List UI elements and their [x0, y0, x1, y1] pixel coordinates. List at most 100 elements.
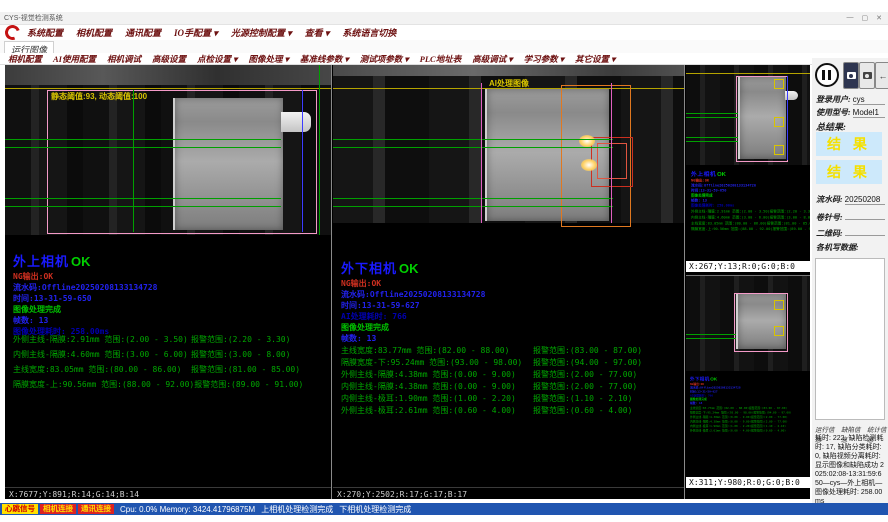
mini-measurements: 外侧主线-隔膜:2.91mm 范围:(2.00 - 3.50) 报警范围:(2.…: [691, 209, 810, 232]
exit-button[interactable]: ←: [875, 62, 888, 89]
result-box-1: 结 果: [816, 132, 882, 156]
menu-item[interactable]: 系统语言切换: [342, 26, 396, 39]
toolbar-item[interactable]: AI使用配置: [53, 53, 96, 65]
measurement-text: 内侧主线-隔膜:4.60mm 范围:(3.00 - 6.00): [13, 347, 191, 362]
result-line: 图像处理完成: [341, 322, 485, 333]
qr-label: 二维码:: [816, 228, 843, 239]
preview-top-image[interactable]: [686, 65, 810, 165]
toolbar-item[interactable]: 图像处理 ▾: [248, 53, 288, 65]
measurement-text: 外侧主线-隔膜:2.91mm 范围:(2.00 - 3.50): [13, 332, 191, 347]
toolbar-item[interactable]: 测试项参数 ▾: [360, 53, 409, 65]
menu-item[interactable]: 系统配置: [27, 26, 63, 39]
menu-items: 系统配置相机配置通讯配置 IO手配置 ▾ 光源控制配置 ▾ 查看 ▾ 系统语言切换: [27, 26, 396, 39]
close-button[interactable]: ✕: [876, 14, 882, 22]
result-line: AI处理耗时: 766: [341, 311, 485, 322]
result-line: 时间:13-31-59-650: [13, 293, 157, 304]
toolbar-item[interactable]: 点检设置 ▾: [197, 53, 237, 65]
measurement-row: 隔膜宽度-上:90.56mm 范围:(88.00 - 92.00) 报警范围:(…: [13, 377, 327, 392]
result-lines: NG输出:OK流水码:Offline20250208133134728时间:13…: [341, 278, 485, 344]
preview-bottom-image[interactable]: [686, 276, 810, 371]
green-measure-line: [333, 139, 613, 140]
alarm-range-text: 报警范围:(2.00 - 77.00): [533, 381, 637, 393]
window-title: CYS-视觉检测系统: [4, 13, 63, 23]
toolbar: 相机配置 AI使用配置相机调试高级设置点检设置 ▾ 图像处理 ▾ 基准线参数 ▾ 测试项…: [0, 53, 888, 65]
green-measure-line: [5, 147, 281, 148]
measurement-text: 主线宽度:83.77mm 范围:(82.00 - 88.00): [341, 345, 533, 357]
toolbar-item[interactable]: PLC地址表: [420, 53, 462, 65]
result-lines: NG输出:OK流水码:Offline20250208133134728时间:13…: [13, 271, 157, 337]
toolbar-item[interactable]: 基准线参数 ▾: [300, 53, 349, 65]
result-line: NG输出:OK: [13, 271, 157, 282]
green-measure-line: [686, 117, 738, 118]
yellow-marker-box: [774, 145, 784, 155]
ok-status: OK: [71, 254, 91, 269]
serial-label: 流水码:: [816, 194, 843, 205]
green-measure-line: [686, 338, 736, 339]
model-value[interactable]: Model1: [853, 108, 885, 118]
preview-top-panel[interactable]: 外上相机 OK NG输出:OK流水码:Offline20250208133134…: [686, 65, 810, 272]
toolbar-item[interactable]: 相机配置: [8, 53, 42, 65]
measurement-row: 内侧主线-隔膜:4.38mm 范围:(0.00 - 9.00) 报警范围:(2.…: [341, 381, 680, 393]
qr-value[interactable]: [845, 226, 885, 236]
yellow-baseline: [686, 73, 810, 74]
measurement-row: 主线宽度:83.05mm 范围:(80.00 - 86.00) 报警范围:(81…: [13, 362, 327, 377]
green-measure-line: [5, 206, 281, 207]
center-camera-image[interactable]: AI处理图像: [333, 65, 684, 223]
cpu-memory-text: Cpu: 0.0% Memory: 3424.41796875M: [120, 505, 255, 514]
left-camera-view[interactable]: 静态阈值:93, 动态阈值:100 外上相机 OK NG输出:OK流水码:Off…: [5, 65, 331, 499]
menu-item[interactable]: 相机配置: [76, 26, 112, 39]
left-camera-image[interactable]: 静态阈值:93, 动态阈值:100: [5, 65, 331, 235]
toolbar-item[interactable]: 其它设置 ▾: [575, 53, 615, 65]
machine-write-row: 各机写数据:: [816, 242, 885, 253]
preview-bottom-panel[interactable]: 外下相机 OK NG输出:OK流水码:Offline20250208133134…: [686, 275, 810, 488]
login-user-value[interactable]: cys: [853, 95, 885, 105]
toolbar-item[interactable]: 相机调试: [107, 53, 141, 65]
measurement-row: 隔膜宽度-下:95.24mm 范围:(93.00 - 98.00) 报警范围:(…: [341, 357, 680, 369]
menu-item[interactable]: IO手配置 ▾: [174, 26, 218, 39]
log-list-area[interactable]: [815, 258, 885, 420]
green-measure-line: [686, 113, 738, 114]
alarm-range-text: 报警范围:(0.60 - 4.00): [533, 405, 632, 417]
result-line: NG输出:OK: [341, 278, 485, 289]
center-camera-view[interactable]: AI处理图像 外下相机 OK NG输出:OK流水码:Offline2025020…: [333, 65, 684, 499]
pause-button[interactable]: [815, 63, 839, 87]
menu-item[interactable]: 光源控制配置 ▾: [231, 26, 292, 39]
serial-value[interactable]: 20250208: [845, 195, 885, 205]
status-badges: 心跳信号相机连接通讯连接: [2, 504, 114, 514]
result-line: 图像处理耗时: 258.00ms: [691, 203, 810, 208]
left-arrow-icon: ←: [879, 71, 888, 81]
green-measure-line: [5, 139, 281, 140]
result-line: 流水码:Offline20250208133134728: [341, 289, 485, 300]
green-vertical-line: [319, 65, 320, 235]
result-lines: NG输出:OK流水码:Offline20250208133134728时间:13…: [690, 382, 810, 405]
lower-camera-message: 下相机处理检测完成: [339, 504, 411, 515]
maximize-button[interactable]: ▢: [862, 14, 869, 22]
result-line: 图像处理完成: [13, 304, 157, 315]
preview-mini-result: 外下相机 OK NG输出:OK流水码:Offline20250208133134…: [690, 375, 810, 433]
result-lines: NG输出:OK流水码:Offline20250208133134728时间:13…: [691, 178, 810, 208]
measurement-row: 外侧主线-极耳:2.61mm 范围:(0.60 - 4.00) 报警范围:(0.…: [690, 429, 810, 434]
toolbar-item[interactable]: 高级设置: [152, 53, 186, 65]
measurement-text: 隔膜宽度-上:90.56mm 范围:(88.00 - 92.00): [691, 226, 773, 232]
blue-vertical-line: [302, 90, 303, 232]
lower-camera-button[interactable]: [859, 62, 875, 89]
menu-item[interactable]: 查看 ▾: [305, 26, 330, 39]
measurement-text: 内侧主线-极耳:1.90mm 范围:(1.00 - 2.20): [341, 393, 533, 405]
preview-column: 外上相机 OK NG输出:OK流水码:Offline20250208133134…: [686, 65, 810, 499]
alarm-range-text: 报警范围:(3.00 - 8.00): [191, 347, 290, 362]
result-line: 流水码:Offline20250208133134728: [13, 282, 157, 293]
menu-item[interactable]: 通讯配置: [125, 26, 161, 39]
tab-glow: [581, 159, 597, 171]
minimize-button[interactable]: —: [847, 14, 854, 22]
toolbar-item[interactable]: 高级调试 ▾: [472, 53, 512, 65]
needle-value[interactable]: [845, 210, 885, 220]
title-bar: CYS-视觉检测系统 — ▢ ✕: [0, 12, 888, 25]
measurement-text: 主线宽度:83.05mm 范围:(80.00 - 86.00): [13, 362, 191, 377]
alarm-range-text: 报警范围:(81.00 - 85.00): [191, 362, 300, 377]
mini-measurements: 主线宽度:83.77mm 范围:(82.00 - 88.00) 报警范围:(83…: [690, 406, 810, 433]
measurement-row: 外侧主线-极耳:2.61mm 范围:(0.60 - 4.00) 报警范围:(0.…: [341, 405, 680, 417]
app-window: CYS-视觉检测系统 — ▢ ✕ 系统配置相机配置通讯配置IO手配置 ▾光源控制…: [0, 0, 888, 522]
yellow-marker-box: [774, 117, 784, 127]
upper-camera-button[interactable]: [843, 62, 859, 89]
toolbar-item[interactable]: 学习参数 ▾: [524, 53, 564, 65]
